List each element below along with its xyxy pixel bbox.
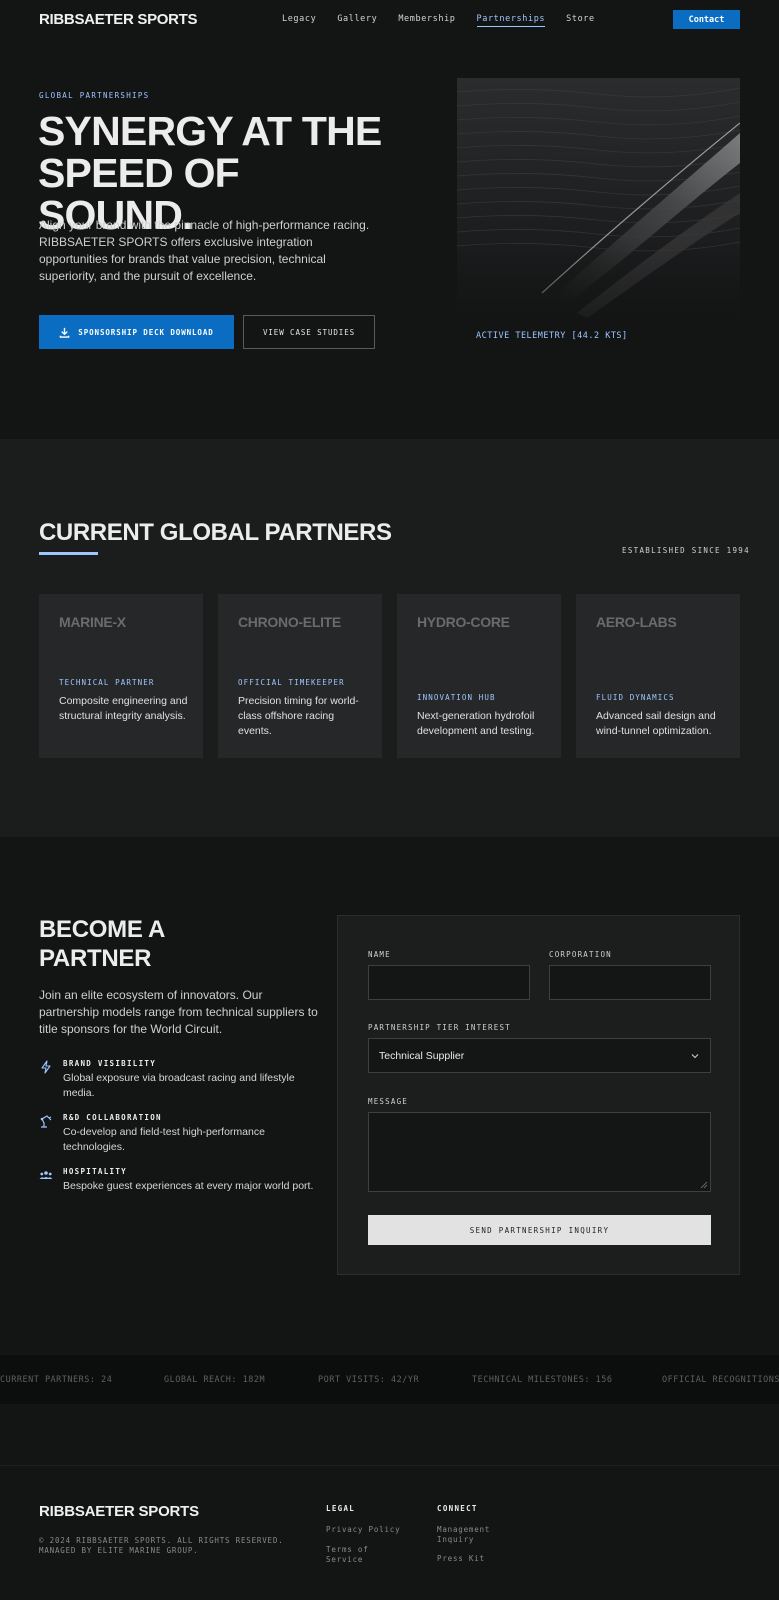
- partnership-inquiry-form: NAME CORPORATION PARTNERSHIP TIER INTERE…: [337, 915, 740, 1275]
- footer-link-management-inquiry[interactable]: Management Inquiry: [437, 1525, 507, 1545]
- become-partner-description: Join an elite ecosystem of innovators. O…: [39, 988, 318, 1036]
- nav-links: Legacy Gallery Membership Partnerships S…: [282, 14, 616, 27]
- partner-name: MARINE-X: [59, 614, 126, 630]
- benefit-description: Co-develop and field-test high-performan…: [63, 1126, 265, 1153]
- partner-name: HYDRO-CORE: [417, 614, 510, 630]
- partner-card-aero-labs[interactable]: AERO-LABS FLUID DYNAMICS Advanced sail d…: [576, 594, 740, 758]
- benefit-title: BRAND VISIBILITY: [63, 1059, 157, 1068]
- stat-official-recognitions: OFFICIAL RECOGNITIONS:: [662, 1375, 779, 1385]
- partner-description: Composite engineering and structural int…: [59, 695, 188, 722]
- sponsorship-deck-label: SPONSORSHIP DECK DOWNLOAD: [78, 327, 214, 337]
- resize-handle-icon[interactable]: [700, 1181, 708, 1189]
- footer-copyright: © 2024 RIBBSAETER SPORTS. ALL RIGHTS RES…: [39, 1536, 284, 1555]
- stat-global-reach: GLOBAL REACH: 182M: [164, 1375, 266, 1385]
- chevron-down-icon: [691, 1054, 699, 1059]
- view-case-studies-button[interactable]: VIEW CASE STUDIES: [243, 315, 375, 349]
- footer-link-press-kit[interactable]: Press Kit: [437, 1554, 517, 1564]
- nav-link-gallery[interactable]: Gallery: [337, 14, 377, 27]
- hero-description: Align your brand with the pinnacle of hi…: [39, 218, 370, 283]
- top-navigation: RIBBSAETER SPORTS Legacy Gallery Members…: [0, 0, 779, 38]
- partner-card-marine-x[interactable]: MARINE-X TECHNICAL PARTNER Composite eng…: [39, 594, 203, 758]
- send-partnership-inquiry-button[interactable]: SEND PARTNERSHIP INQUIRY: [368, 1215, 711, 1245]
- benefit-description: Global exposure via broadcast racing and…: [63, 1072, 295, 1099]
- footer-link-privacy-policy[interactable]: Privacy Policy: [326, 1525, 406, 1535]
- sail-texture-graphic: [457, 78, 740, 350]
- partner-card-hydro-core[interactable]: HYDRO-CORE INNOVATION HUB Next-generatio…: [397, 594, 561, 758]
- tier-select[interactable]: Technical Supplier: [368, 1038, 711, 1073]
- hero-image-sail: [457, 78, 740, 350]
- footer-link-terms-of-service[interactable]: Terms of Service: [326, 1545, 386, 1565]
- corporation-input[interactable]: [549, 965, 711, 1000]
- partner-role: OFFICIAL TIMEKEEPER: [238, 678, 345, 687]
- title-underline: [39, 552, 98, 555]
- benefit-title: R&D COLLABORATION: [63, 1113, 162, 1122]
- sponsorship-deck-download-button[interactable]: SPONSORSHIP DECK DOWNLOAD: [39, 315, 234, 349]
- footer-brand[interactable]: RIBBSAETER SPORTS: [39, 1503, 199, 1520]
- group-icon: [39, 1171, 53, 1179]
- brand-logo[interactable]: RIBBSAETER SPORTS: [39, 11, 198, 28]
- contact-button[interactable]: Contact: [673, 10, 740, 29]
- footer-divider: [0, 1465, 779, 1466]
- benefit-description: Bespoke guest experiences at every major…: [63, 1180, 314, 1192]
- name-input[interactable]: [368, 965, 530, 1000]
- benefit-title: HOSPITALITY: [63, 1167, 127, 1176]
- stat-port-visits: PORT VISITS: 42/YR: [318, 1375, 420, 1385]
- hero-eyebrow: GLOBAL PARTNERSHIPS: [39, 91, 150, 100]
- stat-current-partners: CURRENT PARTNERS: 24: [0, 1375, 113, 1385]
- partner-name: CHRONO-ELITE: [238, 614, 341, 630]
- nav-link-membership[interactable]: Membership: [398, 14, 455, 27]
- corporation-label: CORPORATION: [549, 950, 612, 959]
- established-label: ESTABLISHED SINCE 1994: [622, 546, 750, 555]
- partner-description: Advanced sail design and wind-tunnel opt…: [596, 710, 716, 737]
- become-partner-title: BECOME A PARTNER: [39, 916, 165, 972]
- message-label: MESSAGE: [368, 1097, 409, 1106]
- stat-technical-milestones: TECHNICAL MILESTONES: 156: [472, 1375, 613, 1385]
- partner-card-chrono-elite[interactable]: CHRONO-ELITE OFFICIAL TIMEKEEPER Precisi…: [218, 594, 382, 758]
- footer-legal-heading: LEGAL: [326, 1504, 356, 1513]
- nav-link-partnerships[interactable]: Partnerships: [476, 14, 546, 27]
- partner-description: Precision timing for world-class offshor…: [238, 695, 359, 737]
- partner-role: INNOVATION HUB: [417, 693, 496, 702]
- lightning-icon: [41, 1060, 51, 1074]
- download-icon: [59, 327, 70, 338]
- tier-label: PARTNERSHIP TIER INTEREST: [368, 1023, 511, 1032]
- name-label: NAME: [368, 950, 391, 959]
- partner-role: TECHNICAL PARTNER: [59, 678, 155, 687]
- tier-selected-value: Technical Supplier: [379, 1049, 465, 1062]
- partner-name: AERO-LABS: [596, 614, 677, 630]
- robot-arm-icon: [40, 1115, 52, 1128]
- partner-description: Next-generation hydrofoil development an…: [417, 710, 535, 737]
- nav-link-legacy[interactable]: Legacy: [282, 14, 316, 27]
- stats-ticker: CURRENT PARTNERS: 24 GLOBAL REACH: 182M …: [0, 1355, 779, 1404]
- message-textarea[interactable]: [368, 1112, 711, 1192]
- telemetry-readout: ACTIVE TELEMETRY [44.2 KTS]: [476, 331, 628, 341]
- nav-link-store[interactable]: Store: [566, 14, 595, 27]
- partners-title: CURRENT GLOBAL PARTNERS: [39, 519, 392, 546]
- footer-connect-heading: CONNECT: [437, 1504, 478, 1513]
- partner-role: FLUID DYNAMICS: [596, 693, 675, 702]
